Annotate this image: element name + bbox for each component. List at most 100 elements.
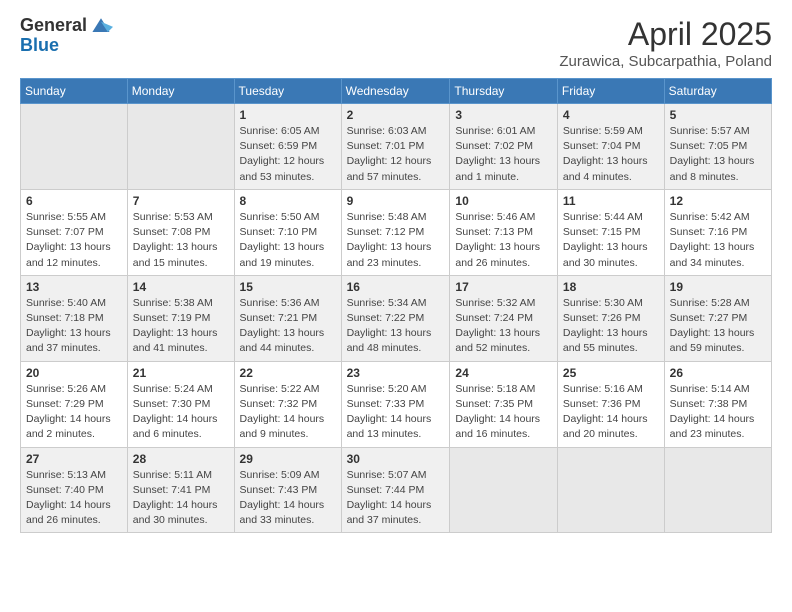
- day-number: 23: [347, 366, 445, 380]
- day-number: 12: [670, 194, 766, 208]
- day-info: Sunrise: 6:03 AM Sunset: 7:01 PM Dayligh…: [347, 124, 445, 185]
- calendar-cell: [664, 447, 771, 533]
- calendar-week-2: 13 Sunrise: 5:40 AM Sunset: 7:18 PM Dayli…: [21, 275, 772, 361]
- calendar-cell: 19 Sunrise: 5:28 AM Sunset: 7:27 PM Dayli…: [664, 275, 771, 361]
- day-info: Sunrise: 5:46 AM Sunset: 7:13 PM Dayligh…: [455, 210, 552, 271]
- col-monday: Monday: [127, 79, 234, 104]
- calendar-cell: 5 Sunrise: 5:57 AM Sunset: 7:05 PM Daylig…: [664, 104, 771, 190]
- day-info: Sunrise: 5:42 AM Sunset: 7:16 PM Dayligh…: [670, 210, 766, 271]
- day-number: 27: [26, 452, 122, 466]
- calendar-table: Sunday Monday Tuesday Wednesday Thursday…: [20, 78, 772, 533]
- day-number: 25: [563, 366, 659, 380]
- calendar-cell: 13 Sunrise: 5:40 AM Sunset: 7:18 PM Dayli…: [21, 275, 128, 361]
- calendar-week-3: 20 Sunrise: 5:26 AM Sunset: 7:29 PM Dayli…: [21, 361, 772, 447]
- day-info: Sunrise: 5:30 AM Sunset: 7:26 PM Dayligh…: [563, 296, 659, 357]
- col-saturday: Saturday: [664, 79, 771, 104]
- day-number: 6: [26, 194, 122, 208]
- calendar-cell: 3 Sunrise: 6:01 AM Sunset: 7:02 PM Daylig…: [450, 104, 558, 190]
- calendar-cell: 28 Sunrise: 5:11 AM Sunset: 7:41 PM Dayli…: [127, 447, 234, 533]
- calendar-cell: 30 Sunrise: 5:07 AM Sunset: 7:44 PM Dayli…: [341, 447, 450, 533]
- day-number: 8: [240, 194, 336, 208]
- day-number: 21: [133, 366, 229, 380]
- logo-general: General: [20, 16, 87, 36]
- calendar-cell: 21 Sunrise: 5:24 AM Sunset: 7:30 PM Dayli…: [127, 361, 234, 447]
- location-title: Zurawica, Subcarpathia, Poland: [559, 53, 772, 70]
- day-info: Sunrise: 6:05 AM Sunset: 6:59 PM Dayligh…: [240, 124, 336, 185]
- calendar-cell: 25 Sunrise: 5:16 AM Sunset: 7:36 PM Dayli…: [557, 361, 664, 447]
- calendar-header-row: Sunday Monday Tuesday Wednesday Thursday…: [21, 79, 772, 104]
- day-info: Sunrise: 5:40 AM Sunset: 7:18 PM Dayligh…: [26, 296, 122, 357]
- calendar-week-0: 1 Sunrise: 6:05 AM Sunset: 6:59 PM Daylig…: [21, 104, 772, 190]
- day-info: Sunrise: 6:01 AM Sunset: 7:02 PM Dayligh…: [455, 124, 552, 185]
- day-number: 17: [455, 280, 552, 294]
- day-info: Sunrise: 5:44 AM Sunset: 7:15 PM Dayligh…: [563, 210, 659, 271]
- day-number: 19: [670, 280, 766, 294]
- day-number: 1: [240, 108, 336, 122]
- calendar-cell: 29Sunrise: 5:09 AM Sunset: 7:43 PM Dayli…: [234, 447, 341, 533]
- day-info: Sunrise: 5:34 AM Sunset: 7:22 PM Dayligh…: [347, 296, 445, 357]
- logo-blue: Blue: [20, 36, 113, 56]
- month-title: April 2025: [559, 16, 772, 53]
- day-number: 24: [455, 366, 552, 380]
- calendar-cell: [127, 104, 234, 190]
- calendar-cell: 2Sunrise: 6:03 AM Sunset: 7:01 PM Daylig…: [341, 104, 450, 190]
- day-info: Sunrise: 5:28 AM Sunset: 7:27 PM Dayligh…: [670, 296, 766, 357]
- day-number: 30: [347, 452, 445, 466]
- day-number: 22: [240, 366, 336, 380]
- day-info: Sunrise: 5:36 AM Sunset: 7:21 PM Dayligh…: [240, 296, 336, 357]
- calendar-cell: [450, 447, 558, 533]
- day-number: 9: [347, 194, 445, 208]
- day-number: 26: [670, 366, 766, 380]
- day-number: 4: [563, 108, 659, 122]
- day-info: Sunrise: 5:07 AM Sunset: 7:44 PM Dayligh…: [347, 468, 445, 529]
- day-info: Sunrise: 5:48 AM Sunset: 7:12 PM Dayligh…: [347, 210, 445, 271]
- calendar-cell: 15 Sunrise: 5:36 AM Sunset: 7:21 PM Dayli…: [234, 275, 341, 361]
- day-number: 5: [670, 108, 766, 122]
- calendar-cell: 24 Sunrise: 5:18 AM Sunset: 7:35 PM Dayli…: [450, 361, 558, 447]
- logo-icon: [89, 16, 113, 36]
- col-tuesday: Tuesday: [234, 79, 341, 104]
- day-info: Sunrise: 5:38 AM Sunset: 7:19 PM Dayligh…: [133, 296, 229, 357]
- day-number: 18: [563, 280, 659, 294]
- day-info: Sunrise: 5:24 AM Sunset: 7:30 PM Dayligh…: [133, 382, 229, 443]
- header: General Blue April 2025 Zurawica, Subcar…: [20, 16, 772, 70]
- day-info: Sunrise: 5:32 AM Sunset: 7:24 PM Dayligh…: [455, 296, 552, 357]
- day-number: 11: [563, 194, 659, 208]
- day-info: Sunrise: 5:11 AM Sunset: 7:41 PM Dayligh…: [133, 468, 229, 529]
- calendar-cell: 14Sunrise: 5:38 AM Sunset: 7:19 PM Dayli…: [127, 275, 234, 361]
- calendar-week-1: 6Sunrise: 5:55 AM Sunset: 7:07 PM Daylig…: [21, 189, 772, 275]
- calendar-cell: 27Sunrise: 5:13 AM Sunset: 7:40 PM Dayli…: [21, 447, 128, 533]
- day-info: Sunrise: 5:18 AM Sunset: 7:35 PM Dayligh…: [455, 382, 552, 443]
- calendar-cell: 16Sunrise: 5:34 AM Sunset: 7:22 PM Dayli…: [341, 275, 450, 361]
- calendar-cell: 9 Sunrise: 5:48 AM Sunset: 7:12 PM Daylig…: [341, 189, 450, 275]
- calendar-cell: [557, 447, 664, 533]
- calendar-cell: 10 Sunrise: 5:46 AM Sunset: 7:13 PM Dayli…: [450, 189, 558, 275]
- day-info: Sunrise: 5:26 AM Sunset: 7:29 PM Dayligh…: [26, 382, 122, 443]
- day-info: Sunrise: 5:16 AM Sunset: 7:36 PM Dayligh…: [563, 382, 659, 443]
- calendar-cell: 4 Sunrise: 5:59 AM Sunset: 7:04 PM Daylig…: [557, 104, 664, 190]
- col-wednesday: Wednesday: [341, 79, 450, 104]
- calendar-cell: 26Sunrise: 5:14 AM Sunset: 7:38 PM Dayli…: [664, 361, 771, 447]
- day-number: 20: [26, 366, 122, 380]
- day-number: 15: [240, 280, 336, 294]
- day-number: 13: [26, 280, 122, 294]
- day-number: 28: [133, 452, 229, 466]
- page: General Blue April 2025 Zurawica, Subcar…: [0, 0, 792, 612]
- calendar-cell: 23Sunrise: 5:20 AM Sunset: 7:33 PM Dayli…: [341, 361, 450, 447]
- calendar-cell: 6Sunrise: 5:55 AM Sunset: 7:07 PM Daylig…: [21, 189, 128, 275]
- day-number: 10: [455, 194, 552, 208]
- calendar-cell: 17 Sunrise: 5:32 AM Sunset: 7:24 PM Dayli…: [450, 275, 558, 361]
- col-friday: Friday: [557, 79, 664, 104]
- day-number: 3: [455, 108, 552, 122]
- title-block: April 2025 Zurawica, Subcarpathia, Polan…: [559, 16, 772, 70]
- day-info: Sunrise: 5:50 AM Sunset: 7:10 PM Dayligh…: [240, 210, 336, 271]
- logo: General Blue: [20, 16, 113, 56]
- calendar-cell: 8 Sunrise: 5:50 AM Sunset: 7:10 PM Daylig…: [234, 189, 341, 275]
- day-info: Sunrise: 5:59 AM Sunset: 7:04 PM Dayligh…: [563, 124, 659, 185]
- day-info: Sunrise: 5:53 AM Sunset: 7:08 PM Dayligh…: [133, 210, 229, 271]
- calendar-cell: 7 Sunrise: 5:53 AM Sunset: 7:08 PM Daylig…: [127, 189, 234, 275]
- day-info: Sunrise: 5:22 AM Sunset: 7:32 PM Dayligh…: [240, 382, 336, 443]
- calendar-cell: 18 Sunrise: 5:30 AM Sunset: 7:26 PM Dayli…: [557, 275, 664, 361]
- day-number: 7: [133, 194, 229, 208]
- day-info: Sunrise: 5:57 AM Sunset: 7:05 PM Dayligh…: [670, 124, 766, 185]
